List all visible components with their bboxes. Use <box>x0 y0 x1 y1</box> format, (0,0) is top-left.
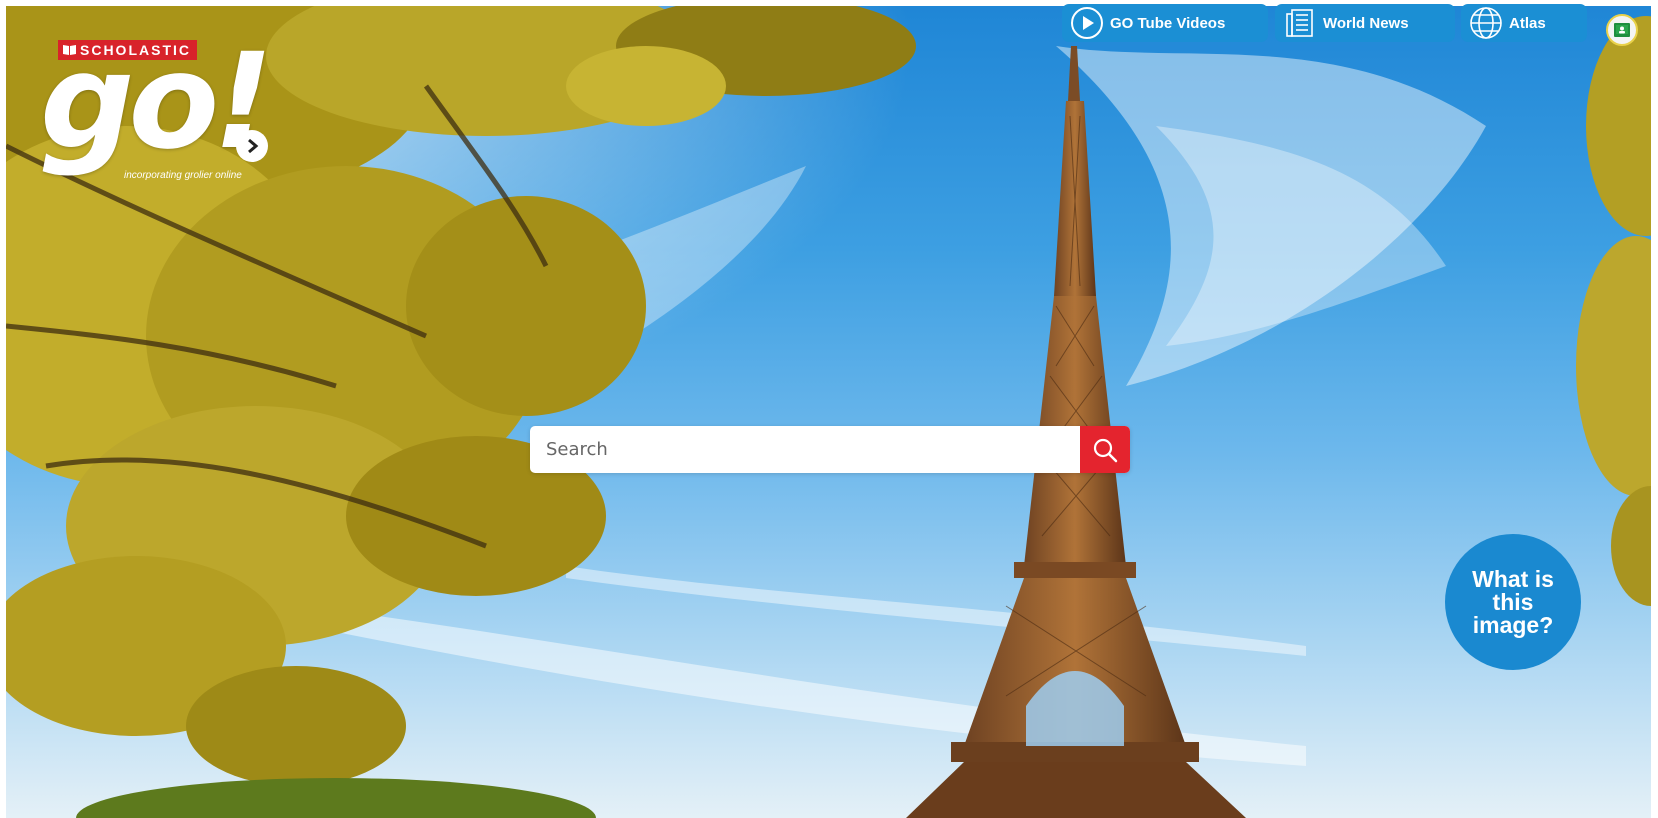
nav-world-news-label: World News <box>1323 14 1409 32</box>
nav-gotube-videos-button[interactable]: GO Tube Videos <box>1062 4 1268 42</box>
search-bar <box>530 426 1130 473</box>
nav-world-news-button[interactable]: World News <box>1275 4 1455 42</box>
book-icon <box>63 45 76 55</box>
nav-gotube-label: GO Tube Videos <box>1110 14 1226 32</box>
what-is-this-image-label: What is this image? <box>1472 565 1554 638</box>
scholastic-brand: SCHOLASTIC <box>58 40 197 60</box>
brand-text: SCHOLASTIC <box>80 42 191 58</box>
classroom-account-icon[interactable] <box>1606 14 1638 46</box>
search-input[interactable] <box>530 426 1076 473</box>
newspaper-icon <box>1283 6 1317 40</box>
scholastic-go-logo[interactable]: go! SCHOLASTIC incorporating grolier onl… <box>40 34 300 204</box>
nav-atlas-button[interactable]: Atlas <box>1461 4 1587 42</box>
search-icon <box>1093 438 1118 462</box>
nav-atlas-label: Atlas <box>1509 14 1546 32</box>
what-is-this-image-button[interactable]: What is this image? <box>1445 534 1581 670</box>
search-button[interactable] <box>1080 426 1130 473</box>
globe-icon <box>1469 6 1503 40</box>
play-circle-icon <box>1070 6 1104 40</box>
logo-tagline: incorporating grolier online <box>124 170 242 181</box>
chevron-right-icon <box>236 130 268 162</box>
